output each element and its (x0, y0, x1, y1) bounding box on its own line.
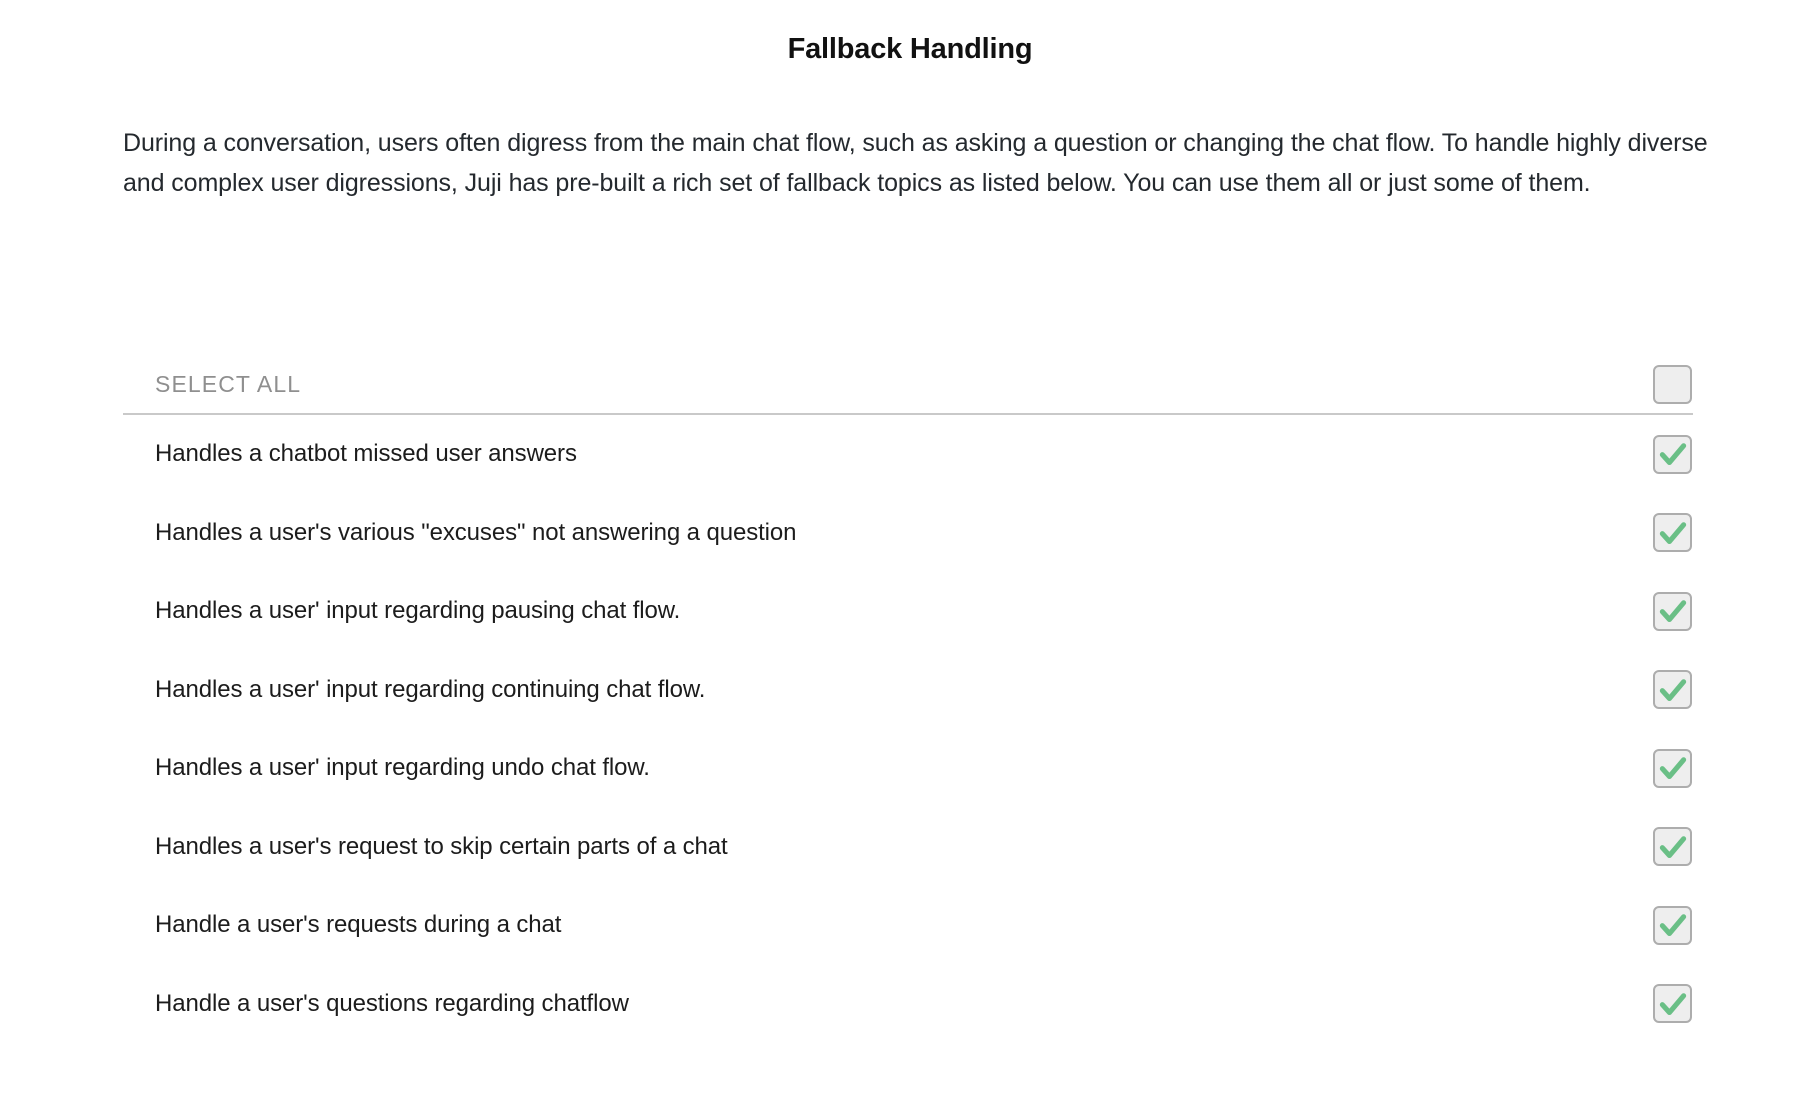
topic-checkbox-7[interactable] (1653, 984, 1692, 1024)
topic-row-5[interactable]: Handles a user's request to skip certain… (123, 808, 1693, 887)
topic-row-2[interactable]: Handles a user' input regarding pausing … (123, 572, 1693, 651)
checkmark-icon (1659, 678, 1686, 701)
topic-label: Handles a user' input regarding continui… (155, 675, 706, 703)
topic-checkbox-6[interactable] (1653, 905, 1692, 945)
select-all-checkbox[interactable] (1653, 364, 1692, 404)
topic-checkbox-3[interactable] (1653, 670, 1692, 710)
topic-row-0[interactable]: Handles a chatbot missed user answers (123, 415, 1693, 494)
topic-checkbox-5[interactable] (1653, 827, 1692, 867)
topic-label: Handle a user's questions regarding chat… (155, 989, 629, 1017)
checkmark-icon (1659, 992, 1686, 1015)
topic-checkbox-0[interactable] (1653, 434, 1692, 474)
topic-row-6[interactable]: Handle a user's requests during a chat (123, 886, 1693, 965)
checkmark-icon (1659, 757, 1686, 780)
topic-rows-container: Handles a chatbot missed user answers Ha… (123, 415, 1693, 1043)
fallback-handling-page: Fallback Handling During a conversation,… (0, 0, 1820, 1104)
topic-checkbox-cell (1653, 670, 1692, 710)
checkmark-icon (1659, 835, 1686, 858)
topic-row-3[interactable]: Handles a user' input regarding continui… (123, 651, 1693, 730)
checkmark-icon (1659, 914, 1686, 937)
topic-row-1[interactable]: Handles a user's various "excuses" not a… (123, 494, 1693, 573)
topic-label: Handles a user' input regarding undo cha… (155, 754, 650, 782)
topic-checkbox-cell (1653, 434, 1692, 474)
topic-checkbox-cell (1653, 591, 1692, 631)
select-all-checkbox-cell (1653, 364, 1692, 404)
topic-checkbox-cell (1653, 984, 1692, 1024)
select-all-label: SELECT ALL (155, 370, 302, 397)
topic-label: Handles a user's request to skip certain… (155, 832, 728, 860)
checkmark-icon (1659, 521, 1686, 544)
select-all-row[interactable]: SELECT ALL (123, 355, 1693, 413)
topic-checkbox-cell (1653, 748, 1692, 788)
topic-label: Handle a user's requests during a chat (155, 911, 562, 939)
topic-label: Handles a user's various "excuses" not a… (155, 518, 797, 546)
topic-label: Handles a chatbot missed user answers (155, 440, 577, 468)
topic-checkbox-1[interactable] (1653, 513, 1692, 553)
topic-checkbox-4[interactable] (1653, 748, 1692, 788)
topic-row-4[interactable]: Handles a user' input regarding undo cha… (123, 729, 1693, 808)
topic-checkbox-cell (1653, 905, 1692, 945)
fallback-topics-list: SELECT ALL Handles a chatbot missed user… (123, 355, 1693, 1043)
page-title: Fallback Handling (787, 33, 1033, 66)
topic-label: Handles a user' input regarding pausing … (155, 597, 681, 625)
topic-checkbox-2[interactable] (1653, 591, 1692, 631)
topic-checkbox-cell (1653, 827, 1692, 867)
checkmark-icon (1659, 443, 1686, 466)
topic-checkbox-cell (1653, 513, 1692, 553)
intro-paragraph: During a conversation, users often digre… (123, 129, 1708, 197)
checkmark-icon (1659, 600, 1686, 623)
topic-row-7[interactable]: Handle a user's questions regarding chat… (123, 965, 1693, 1044)
